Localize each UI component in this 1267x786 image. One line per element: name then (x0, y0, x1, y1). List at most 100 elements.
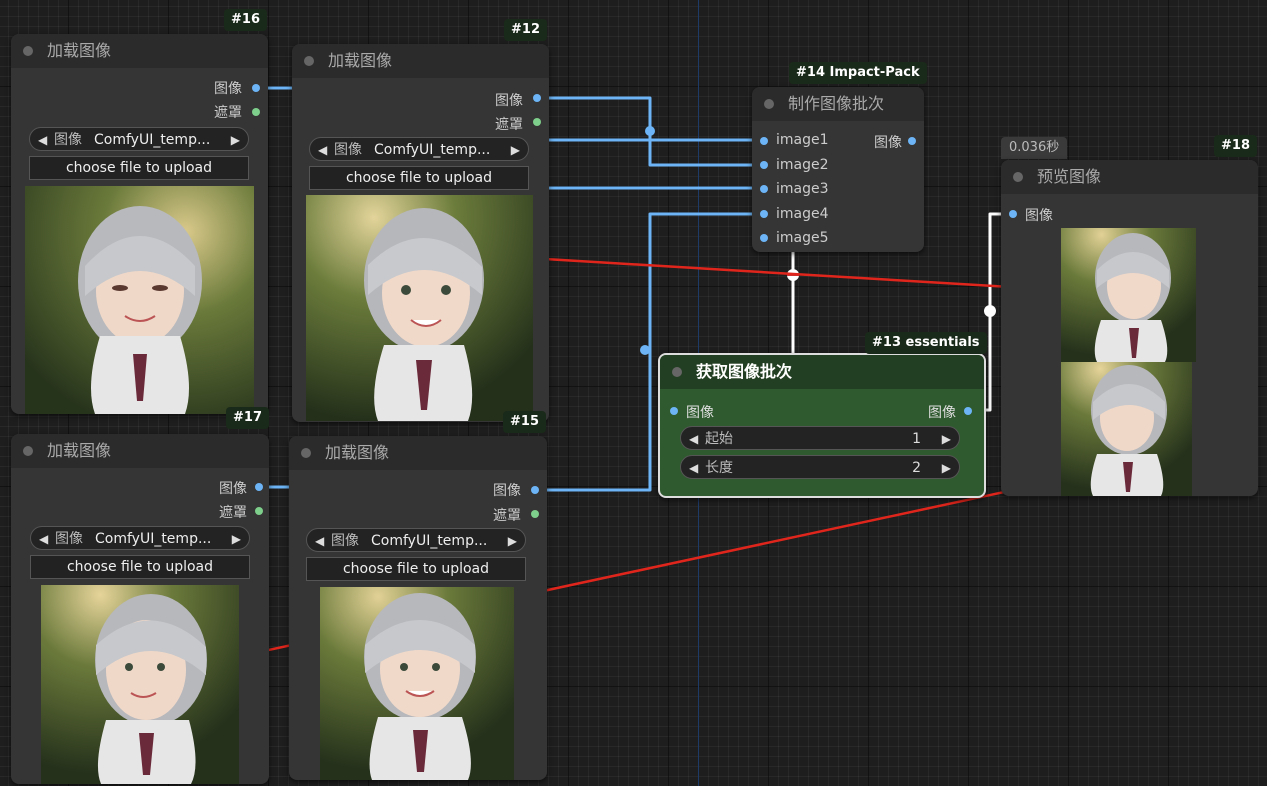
input-image2-label: image2 (776, 157, 829, 173)
node-load-image-16[interactable]: 加载图像 图像 遮罩 ◀ 图像 ComfyUI_temp... ▶ choose… (11, 34, 268, 414)
input-image3-slot[interactable] (760, 185, 768, 193)
output-mask-label: 遮罩 (495, 117, 523, 133)
image-preview (320, 587, 514, 780)
left-arrow-icon[interactable]: ◀ (38, 128, 47, 152)
node-title-text: 制作图像批次 (788, 94, 885, 113)
combo-value: ComfyUI_temp... (371, 533, 488, 549)
output-mask-slot[interactable] (533, 118, 541, 126)
output-mask-label: 遮罩 (493, 508, 521, 524)
output-image-slot[interactable] (255, 483, 263, 491)
start-label: 起始 (705, 431, 733, 447)
upload-button[interactable]: choose file to upload (30, 555, 250, 579)
image-preview (25, 186, 254, 414)
node-preview-image-18[interactable]: 预览图像 图像 (1001, 160, 1258, 496)
node-load-image-15[interactable]: 加载图像 图像 遮罩 ◀ 图像 ComfyUI_temp... ▶ choose… (289, 436, 547, 780)
decrement-icon[interactable]: ◀ (689, 456, 698, 480)
execution-time: 0.036秒 (1001, 137, 1068, 159)
left-arrow-icon[interactable]: ◀ (315, 529, 324, 553)
output-image-slot[interactable] (533, 94, 541, 102)
node-title[interactable]: 加载图像 (11, 34, 268, 68)
node-id-badge: #18 (1214, 135, 1257, 157)
input-image1-slot[interactable] (760, 137, 768, 145)
start-value: 1 (912, 431, 921, 447)
increment-icon[interactable]: ▶ (942, 456, 951, 480)
decrement-icon[interactable]: ◀ (689, 427, 698, 451)
collapse-dot-icon[interactable] (301, 448, 311, 458)
node-id-badge: #16 (224, 9, 267, 31)
node-title[interactable]: 加载图像 (11, 434, 269, 468)
preview-image-2 (1061, 362, 1192, 496)
node-load-image-12[interactable]: 加载图像 图像 遮罩 ◀ 图像 ComfyUI_temp... ▶ choose… (292, 44, 549, 422)
length-value: 2 (912, 460, 921, 476)
right-arrow-icon[interactable]: ▶ (511, 138, 520, 162)
length-label: 长度 (705, 460, 733, 476)
node-title-text: 加载图像 (325, 443, 390, 462)
node-id-badge: #12 (504, 19, 547, 41)
link-12-to-image1 (541, 96, 757, 142)
portrait-image (1061, 228, 1196, 362)
node-get-image-batch-13[interactable]: 获取图像批次 图像 图像 ◀ 起始 1 ▶ ◀ 长度 2 ▶ (658, 353, 986, 498)
image-combo[interactable]: ◀ 图像 ComfyUI_temp... ▶ (29, 127, 249, 151)
upload-button[interactable]: choose file to upload (306, 557, 526, 581)
combo-label: 图像 (55, 531, 83, 547)
output-image-label: 图像 (928, 405, 956, 421)
node-title[interactable]: 加载图像 (289, 436, 547, 470)
node-id-badge: #14 Impact-Pack (789, 62, 927, 84)
node-title[interactable]: 预览图像 (1001, 160, 1258, 194)
right-arrow-icon[interactable]: ▶ (232, 527, 241, 551)
collapse-dot-icon[interactable] (672, 367, 682, 377)
collapse-dot-icon[interactable] (23, 446, 33, 456)
upload-button[interactable]: choose file to upload (309, 166, 529, 190)
image-preview (41, 585, 239, 784)
image-combo[interactable]: ◀ 图像 ComfyUI_temp... ▶ (309, 137, 529, 161)
collapse-dot-icon[interactable] (23, 46, 33, 56)
output-mask-slot[interactable] (252, 108, 260, 116)
output-image-slot[interactable] (252, 84, 260, 92)
node-id-badge: #15 (503, 411, 546, 433)
upload-button[interactable]: choose file to upload (29, 156, 249, 180)
input-image-slot[interactable] (670, 407, 678, 415)
output-image-slot[interactable] (531, 486, 539, 494)
increment-icon[interactable]: ▶ (942, 427, 951, 451)
input-image2-slot[interactable] (760, 161, 768, 169)
combo-value: ComfyUI_temp... (374, 142, 491, 158)
collapse-dot-icon[interactable] (1013, 172, 1023, 182)
length-widget[interactable]: ◀ 长度 2 ▶ (680, 455, 960, 479)
image-preview (306, 195, 533, 421)
output-mask-slot[interactable] (255, 507, 263, 515)
right-arrow-icon[interactable]: ▶ (231, 128, 240, 152)
image-combo[interactable]: ◀ 图像 ComfyUI_temp... ▶ (30, 526, 250, 550)
node-id-badge: #17 (226, 407, 269, 429)
input-image1-label: image1 (776, 132, 829, 148)
input-image4-slot[interactable] (760, 210, 768, 218)
link-16-to-image2-b (548, 138, 757, 167)
output-image-label: 图像 (874, 135, 902, 151)
image-combo[interactable]: ◀ 图像 ComfyUI_temp... ▶ (306, 528, 526, 552)
input-image-label: 图像 (1025, 208, 1053, 224)
input-image-label: 图像 (686, 405, 714, 421)
input-image4-label: image4 (776, 206, 829, 222)
output-mask-slot[interactable] (531, 510, 539, 518)
node-title[interactable]: 获取图像批次 (660, 355, 984, 389)
collapse-dot-icon[interactable] (304, 56, 314, 66)
input-image5-slot[interactable] (760, 234, 768, 242)
combo-value: ComfyUI_temp... (94, 132, 211, 148)
left-arrow-icon[interactable]: ◀ (39, 527, 48, 551)
output-image-slot[interactable] (964, 407, 972, 415)
preview-image-1 (1061, 228, 1196, 362)
combo-label: 图像 (334, 142, 362, 158)
collapse-dot-icon[interactable] (764, 99, 774, 109)
output-mask-label: 遮罩 (219, 505, 247, 521)
node-title[interactable]: 制作图像批次 (752, 87, 924, 121)
input-image3-label: image3 (776, 181, 829, 197)
output-image-label: 图像 (214, 81, 242, 97)
node-make-image-batch-14[interactable]: 制作图像批次 image1 image2 image3 image4 image… (752, 87, 924, 252)
input-image-slot[interactable] (1009, 210, 1017, 218)
node-title-text: 获取图像批次 (696, 362, 793, 381)
node-title[interactable]: 加载图像 (292, 44, 549, 78)
right-arrow-icon[interactable]: ▶ (508, 529, 517, 553)
left-arrow-icon[interactable]: ◀ (318, 138, 327, 162)
output-image-slot[interactable] (908, 137, 916, 145)
start-widget[interactable]: ◀ 起始 1 ▶ (680, 426, 960, 450)
node-load-image-17[interactable]: 加载图像 图像 遮罩 ◀ 图像 ComfyUI_temp... ▶ choose… (11, 434, 269, 784)
